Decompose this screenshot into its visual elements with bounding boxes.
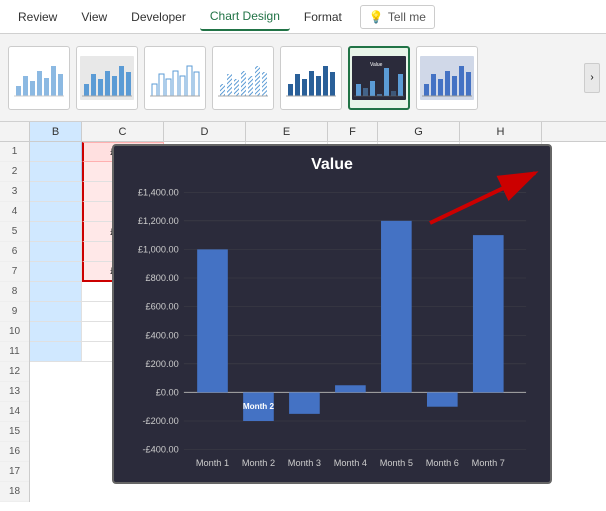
col-header-c[interactable]: C bbox=[82, 122, 164, 141]
spreadsheet-body: 1 2 3 4 5 6 7 8 9 10 11 12 13 14 15 16 1… bbox=[0, 142, 606, 502]
menu-developer[interactable]: Developer bbox=[121, 4, 196, 30]
chart-style-1-preview bbox=[12, 53, 66, 103]
cell-b10[interactable] bbox=[30, 322, 82, 342]
row-num-17: 17 bbox=[0, 462, 29, 482]
cell-b1[interactable] bbox=[30, 142, 82, 162]
bar-month6 bbox=[427, 392, 458, 406]
chart-style-5-preview bbox=[284, 53, 338, 103]
menu-chart-design[interactable]: Chart Design bbox=[200, 3, 290, 31]
svg-text:£800.00: £800.00 bbox=[146, 273, 179, 283]
col-header-e[interactable]: E bbox=[246, 122, 328, 141]
bar-month5 bbox=[381, 221, 412, 393]
svg-text:£1,200.00: £1,200.00 bbox=[138, 216, 179, 226]
svg-text:Month 6: Month 6 bbox=[426, 458, 459, 468]
chart-style-6-preview: Value bbox=[352, 53, 406, 103]
cell-b7[interactable] bbox=[30, 262, 82, 282]
ribbon-scroll-arrow[interactable]: › bbox=[584, 63, 600, 93]
bar-month7 bbox=[473, 235, 504, 392]
col-header-g[interactable]: G bbox=[378, 122, 460, 141]
col-header-d[interactable]: D bbox=[164, 122, 246, 141]
bar-month3 bbox=[289, 392, 320, 413]
row-num-1: 1 bbox=[0, 142, 29, 162]
row-num-3: 3 bbox=[0, 182, 29, 202]
svg-text:£200.00: £200.00 bbox=[146, 359, 179, 369]
col-header-h[interactable]: H bbox=[460, 122, 542, 141]
svg-text:Month 3: Month 3 bbox=[288, 458, 321, 468]
row-num-18: 18 bbox=[0, 482, 29, 502]
svg-text:Month 7: Month 7 bbox=[472, 458, 505, 468]
chart-style-7-preview bbox=[420, 53, 474, 103]
row-num-4: 4 bbox=[0, 202, 29, 222]
svg-text:Month 5: Month 5 bbox=[380, 458, 413, 468]
cell-b5[interactable] bbox=[30, 222, 82, 242]
chart-style-2-preview bbox=[80, 53, 134, 103]
chart-style-4-preview bbox=[216, 53, 270, 103]
chevron-right-icon: › bbox=[590, 72, 593, 83]
tell-me-input[interactable]: 💡 Tell me bbox=[360, 5, 435, 29]
cell-b11[interactable] bbox=[30, 342, 82, 362]
row-num-7: 7 bbox=[0, 262, 29, 282]
ribbon: Value › bbox=[0, 34, 606, 122]
cell-b3[interactable] bbox=[30, 182, 82, 202]
row-num-11: 11 bbox=[0, 342, 29, 362]
row-num-9: 9 bbox=[0, 302, 29, 322]
cell-b6[interactable] bbox=[30, 242, 82, 262]
chart-title: Value bbox=[124, 156, 540, 174]
bar-month1 bbox=[197, 249, 228, 392]
row-num-13: 13 bbox=[0, 382, 29, 402]
col-header-f[interactable]: F bbox=[328, 122, 378, 141]
chart-style-2[interactable] bbox=[76, 46, 138, 110]
chart-style-5[interactable] bbox=[280, 46, 342, 110]
svg-text:£1,000.00: £1,000.00 bbox=[138, 244, 179, 254]
cell-b8[interactable] bbox=[30, 282, 82, 302]
svg-text:£600.00: £600.00 bbox=[146, 302, 179, 312]
chart-style-3-preview bbox=[148, 53, 202, 103]
col-header-b[interactable]: B bbox=[30, 122, 82, 141]
svg-text:£0.00: £0.00 bbox=[156, 387, 179, 397]
row-num-15: 15 bbox=[0, 422, 29, 442]
cell-b4[interactable] bbox=[30, 202, 82, 222]
row-num-16: 16 bbox=[0, 442, 29, 462]
chart-inner: £1,400.00 £1,200.00 £1,000.00 £800.00 £6… bbox=[124, 182, 540, 468]
column-headers: B C D E F G H bbox=[0, 122, 606, 142]
menu-format[interactable]: Format bbox=[294, 4, 352, 30]
row-num-8: 8 bbox=[0, 282, 29, 302]
svg-text:-£200.00: -£200.00 bbox=[143, 416, 179, 426]
cell-b2[interactable] bbox=[30, 162, 82, 182]
chart-container[interactable]: Value £1,400.00 £1,2 bbox=[112, 144, 552, 484]
row-num-10: 10 bbox=[0, 322, 29, 342]
chart-style-1[interactable] bbox=[8, 46, 70, 110]
chart-style-7[interactable] bbox=[416, 46, 478, 110]
menu-review[interactable]: Review bbox=[8, 4, 67, 30]
row-num-5: 5 bbox=[0, 222, 29, 242]
menu-bar: Review View Developer Chart Design Forma… bbox=[0, 0, 606, 34]
menu-view[interactable]: View bbox=[71, 4, 117, 30]
cell-b9[interactable] bbox=[30, 302, 82, 322]
row-headers: 1 2 3 4 5 6 7 8 9 10 11 12 13 14 15 16 1… bbox=[0, 142, 30, 502]
row-num-2: 2 bbox=[0, 162, 29, 182]
bar-month4 bbox=[335, 385, 366, 392]
svg-text:-£400.00: -£400.00 bbox=[143, 445, 179, 455]
svg-text:£1,400.00: £1,400.00 bbox=[138, 187, 179, 197]
chart-style-4[interactable] bbox=[212, 46, 274, 110]
row-num-14: 14 bbox=[0, 402, 29, 422]
lightbulb-icon: 💡 bbox=[369, 10, 384, 24]
svg-text:Month 2: Month 2 bbox=[242, 458, 275, 468]
spreadsheet-area: B C D E F G H 1 2 3 4 5 6 7 8 9 10 11 12… bbox=[0, 122, 606, 511]
tell-me-label: Tell me bbox=[388, 10, 426, 24]
svg-text:Month 2: Month 2 bbox=[243, 402, 275, 411]
svg-text:Value: Value bbox=[370, 62, 383, 68]
svg-text:£400.00: £400.00 bbox=[146, 330, 179, 340]
row-num-6: 6 bbox=[0, 242, 29, 262]
chart-style-3[interactable] bbox=[144, 46, 206, 110]
row-num-12: 12 bbox=[0, 362, 29, 382]
svg-text:Month 1: Month 1 bbox=[196, 458, 229, 468]
chart-style-6[interactable]: Value bbox=[348, 46, 410, 110]
corner-cell bbox=[0, 122, 30, 141]
svg-text:Month 4: Month 4 bbox=[334, 458, 367, 468]
chart-svg: £1,400.00 £1,200.00 £1,000.00 £800.00 £6… bbox=[124, 182, 540, 468]
